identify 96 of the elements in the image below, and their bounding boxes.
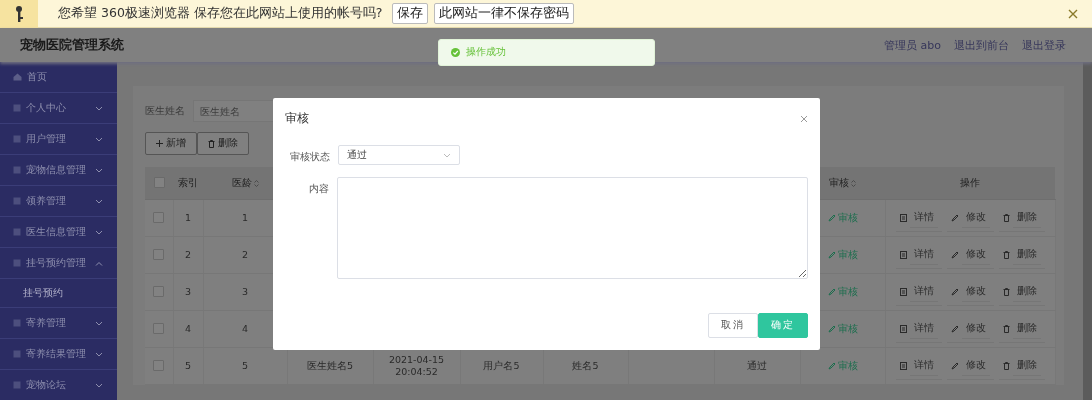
document-icon [899, 250, 907, 259]
table-cell: 姓名5 [572, 359, 599, 373]
pencil-icon [827, 362, 836, 370]
table-cell: 1 [184, 211, 191, 225]
menu-item-icon [13, 259, 21, 267]
pencil-icon [950, 324, 959, 333]
row-action-button[interactable]: 删除 [998, 204, 1045, 232]
pencil-icon [827, 325, 836, 333]
scrollbar[interactable] [1083, 62, 1092, 400]
menu-item-icon [13, 197, 21, 205]
pencil-icon [827, 288, 836, 296]
pencil-icon [827, 251, 836, 259]
pencil-icon [950, 213, 959, 222]
sort-icon [851, 179, 856, 187]
row-action-button[interactable]: 修改 [946, 352, 994, 380]
menu-item-icon [13, 104, 21, 112]
table-cell: 用户名5 [483, 359, 520, 373]
toolbar-button[interactable]: 新增 [145, 132, 197, 155]
row-action-button[interactable]: 详情 [895, 315, 942, 343]
row-action-button[interactable]: 删除 [998, 241, 1045, 269]
row-action-button[interactable]: 修改 [946, 278, 994, 306]
document-icon [899, 287, 907, 296]
sort-icon [253, 179, 259, 187]
pencil-icon [950, 287, 959, 296]
save-password-message: 您希望 360极速浏览器 保存您在此网站上使用的帐号吗? [58, 5, 383, 22]
app-title: 宠物医院管理系统 [20, 36, 124, 54]
close-icon [1068, 8, 1078, 19]
trash-icon [1002, 213, 1010, 222]
column-header[interactable]: 审核 [829, 176, 856, 190]
row-action-button[interactable]: 删除 [998, 315, 1045, 343]
key-icon [14, 4, 24, 23]
trash-icon [208, 139, 215, 148]
menu-item-icon [13, 350, 21, 358]
header-link[interactable]: 退出到前台 [954, 37, 1009, 53]
pencil-icon [950, 361, 959, 370]
toast-notification: 操作成功 [438, 39, 655, 66]
row-checkbox[interactable] [153, 322, 165, 334]
table-cell: 4 [184, 322, 191, 336]
row-checkbox[interactable] [153, 248, 165, 260]
table-cell-text: 2021-04-15 20:04:52 [387, 353, 446, 379]
plus-icon [156, 140, 163, 147]
column-header[interactable]: 医龄 [231, 176, 259, 190]
table-cell: 5 [241, 359, 248, 373]
row-checkbox[interactable] [153, 211, 165, 223]
chevron-down-icon [443, 152, 451, 158]
table-cell: 医生姓名5 [306, 359, 353, 373]
document-icon [899, 324, 907, 333]
menu-item-icon [13, 166, 21, 174]
table-cell: 通过 [747, 359, 767, 373]
prompt-button[interactable]: 此网站一律不保存密码 [434, 3, 575, 24]
cancel-button[interactable]: 取消 [708, 313, 758, 338]
row-action-button[interactable]: 修改 [946, 204, 994, 232]
menu-item-icon [13, 228, 21, 236]
home-icon [13, 73, 22, 81]
row-action-button[interactable]: 删除 [998, 352, 1045, 380]
row-action-button[interactable]: 修改 [946, 315, 994, 343]
table-cell: 3 [184, 285, 191, 299]
row-action-button[interactable]: 详情 [895, 278, 942, 306]
document-icon [899, 361, 907, 370]
select-all-checkbox[interactable] [153, 176, 165, 188]
table-cell: 1 [241, 211, 248, 225]
trash-icon [1002, 361, 1010, 370]
toolbar-button[interactable]: 删除 [197, 132, 249, 155]
row-action-button[interactable]: 详情 [895, 204, 942, 232]
menu-item-icon [13, 319, 21, 327]
check-circle-icon [451, 48, 460, 57]
column-header: 索引 [178, 176, 198, 190]
trash-icon [1002, 250, 1010, 259]
field-label: 内容 [308, 182, 330, 196]
pencil-icon [950, 250, 959, 259]
row-checkbox[interactable] [153, 285, 165, 297]
trash-icon [1002, 324, 1010, 333]
status-dropdown[interactable]: 通过 [338, 145, 460, 165]
table-cell: 4 [241, 322, 248, 336]
field-label: 审核状态 [289, 150, 330, 164]
row-action-button[interactable]: 详情 [895, 352, 942, 380]
user-link[interactable]: 管理员 abo [884, 37, 941, 53]
pencil-icon [827, 214, 836, 222]
table-cell: 2 [241, 248, 248, 262]
document-icon [899, 213, 907, 222]
content-textarea[interactable] [337, 177, 808, 279]
table-cell: 5 [184, 359, 191, 373]
row-action-button[interactable]: 详情 [895, 241, 942, 269]
header-link[interactable]: 退出登录 [1022, 37, 1066, 53]
prompt-button[interactable]: 保存 [392, 3, 429, 24]
row-checkbox[interactable] [153, 359, 165, 371]
menu-item-icon [13, 381, 21, 389]
row-action-button[interactable]: 删除 [998, 278, 1045, 306]
confirm-button[interactable]: 确定 [758, 313, 808, 338]
column-header: 操作 [960, 176, 980, 190]
table-cell: 3 [241, 285, 248, 299]
table-cell: 2 [184, 248, 191, 262]
row-action-button[interactable]: 修改 [946, 241, 994, 269]
trash-icon [1002, 287, 1010, 296]
menu-item-icon [13, 135, 21, 143]
close-icon [800, 114, 808, 123]
